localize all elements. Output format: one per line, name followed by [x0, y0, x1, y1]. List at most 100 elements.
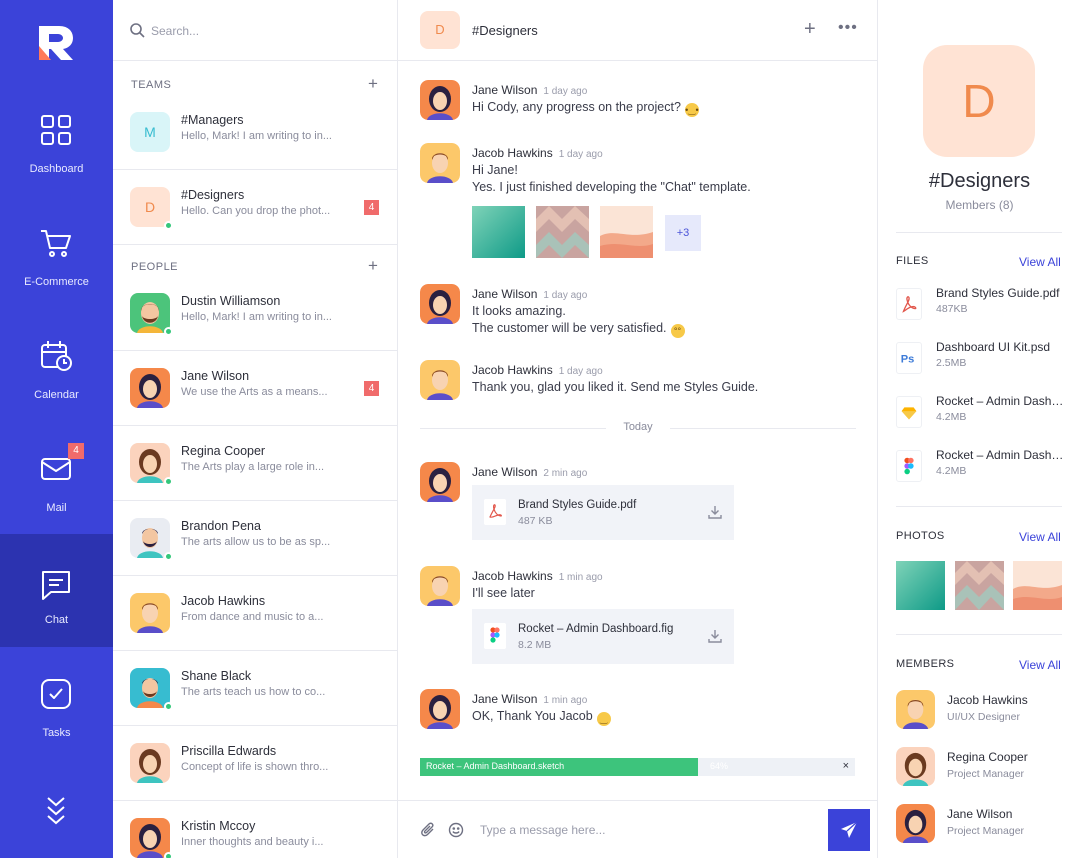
- chat-icon: [42, 571, 70, 600]
- add-team-button[interactable]: +: [368, 75, 378, 92]
- search-icon: [130, 23, 145, 38]
- avatar: [420, 689, 460, 729]
- avatar-image: [130, 743, 170, 783]
- file-item[interactable]: Brand Styles Guide.pdf 487KB: [896, 286, 1066, 326]
- attachment-icon[interactable]: [420, 822, 436, 838]
- person-name: Jacob Hawkins: [181, 594, 266, 608]
- photos-view-all-link[interactable]: View All: [1019, 530, 1061, 544]
- upload-percent: 64%: [710, 761, 729, 771]
- group-avatar: D: [923, 45, 1035, 157]
- chevrons-down-icon[interactable]: [46, 795, 66, 827]
- message-line: Yes. I just finished developing the "Cha…: [472, 180, 751, 194]
- person-row[interactable]: Regina Cooper The Arts play a large role…: [113, 426, 397, 501]
- file-size: 2.5MB: [936, 357, 967, 369]
- author-name: Jane Wilson: [472, 692, 538, 706]
- person-row[interactable]: Jacob Hawkins From dance and music to a.…: [113, 576, 397, 651]
- divider: [896, 232, 1062, 233]
- photo-thumbnail[interactable]: [896, 561, 945, 610]
- member-item[interactable]: Jacob Hawkins UI/UX Designer: [896, 690, 1066, 730]
- avatar: [130, 818, 173, 858]
- member-name: Jane Wilson: [947, 807, 1013, 821]
- nav-item-calendar[interactable]: Calendar: [0, 339, 113, 452]
- photo-thumbnail[interactable]: [600, 206, 653, 258]
- photo-thumbnail[interactable]: [1013, 561, 1062, 610]
- message-input[interactable]: [480, 819, 810, 841]
- section-title: TEAMS: [131, 79, 172, 91]
- group-members-count: Members (8): [945, 198, 1014, 212]
- file-attachment[interactable]: Rocket – Admin Dashboard.fig 8.2 MB: [472, 609, 734, 664]
- nav-label: Tasks: [42, 727, 71, 739]
- nav-label: Chat: [44, 614, 69, 626]
- dashboard-icon: [41, 115, 71, 145]
- group-name: #Designers: [928, 170, 1031, 192]
- search-input[interactable]: [151, 20, 371, 42]
- team-row-managers[interactable]: M #Managers Hello, Mark! I am writing to…: [113, 95, 397, 170]
- emoji-icon: °°: [670, 324, 685, 338]
- member-role: Project Manager: [947, 825, 1025, 837]
- nav-item-chat[interactable]: Chat: [0, 534, 113, 647]
- svg-text:Ps: Ps: [901, 354, 915, 366]
- message-time: 1 day ago: [543, 86, 588, 97]
- message-preview: The Arts play a large role in...: [181, 461, 325, 473]
- add-person-button[interactable]: +: [368, 257, 378, 274]
- logo-icon[interactable]: [37, 24, 75, 62]
- file-name: Rocket – Admin Dashboard.sketch: [936, 394, 1066, 408]
- upload-file-name: Rocket – Admin Dashboard.sketch: [426, 761, 565, 771]
- message-preview: Hello, Mark! I am writing to in...: [181, 130, 332, 142]
- avatar: [130, 668, 173, 711]
- message-text: OK, Thank You Jacob ‿: [472, 709, 611, 726]
- send-icon: [841, 821, 858, 838]
- avatar: [130, 293, 173, 336]
- download-icon[interactable]: [708, 505, 722, 519]
- message-time: 1 min ago: [543, 695, 588, 706]
- files-view-all-link[interactable]: View All: [1019, 255, 1061, 269]
- person-row[interactable]: Brandon Pena The arts allow us to be as …: [113, 501, 397, 576]
- message-line: The customer will be very satisfied.: [472, 321, 667, 335]
- nav-item-dashboard[interactable]: Dashboard: [0, 113, 113, 226]
- cancel-upload-button[interactable]: ×: [843, 760, 849, 772]
- file-item[interactable]: Ps Dashboard UI Kit.psd 2.5MB: [896, 340, 1066, 380]
- person-row[interactable]: Dustin Williamson Hello, Mark! I am writ…: [113, 276, 397, 351]
- message-preview: Inner thoughts and beauty i...: [181, 836, 324, 848]
- message-time: 1 day ago: [558, 366, 603, 377]
- avatar: [130, 743, 170, 783]
- photo-thumbnail[interactable]: [472, 206, 525, 258]
- file-name: Brand Styles Guide.pdf: [518, 499, 637, 511]
- file-item[interactable]: Rocket – Admin Dashboard.sketch 4.2MB: [896, 394, 1066, 434]
- file-attachment[interactable]: Brand Styles Guide.pdf 487 KB: [472, 485, 734, 540]
- more-options-button[interactable]: •••: [838, 19, 858, 37]
- add-member-button[interactable]: +: [804, 18, 816, 41]
- message-preview: We use the Arts as a means...: [181, 386, 328, 398]
- person-row[interactable]: Kristin Mccoy Inner thoughts and beauty …: [113, 801, 397, 858]
- message-text: The customer will be very satisfied. °°: [472, 321, 685, 338]
- more-photos-button[interactable]: +3: [665, 215, 701, 251]
- avatar-image: [130, 818, 170, 858]
- message-time: 1 day ago: [558, 149, 603, 160]
- download-icon[interactable]: [708, 629, 722, 643]
- avatar-image: [130, 518, 170, 558]
- members-view-all-link[interactable]: View All: [1019, 658, 1061, 672]
- file-item[interactable]: Rocket – Admin Dashboard.fig 4.2MB: [896, 448, 1066, 488]
- photo-thumbnail[interactable]: [955, 561, 1004, 610]
- member-item[interactable]: Regina Cooper Project Manager: [896, 747, 1066, 787]
- avatar-image: [420, 143, 460, 183]
- member-item[interactable]: Jane Wilson Project Manager: [896, 804, 1066, 844]
- message-author: Jane Wilson 2 min ago: [472, 465, 587, 479]
- chat-header: D #Designers + •••: [398, 0, 878, 61]
- file-size: 8.2 MB: [518, 639, 552, 651]
- person-row[interactable]: Shane Black The arts teach us how to co.…: [113, 651, 397, 726]
- divider-label: Today: [623, 421, 653, 433]
- person-row[interactable]: Priscilla Edwards Concept of life is sho…: [113, 726, 397, 801]
- person-row[interactable]: Jane Wilson We use the Arts as a means..…: [113, 351, 397, 426]
- send-button[interactable]: [828, 809, 870, 851]
- avatar-image: [130, 443, 170, 483]
- avatar: [420, 143, 460, 183]
- photo-thumbnail[interactable]: [536, 206, 589, 258]
- date-divider: Today: [420, 421, 856, 433]
- emoji-picker-icon[interactable]: [448, 822, 464, 838]
- nav-item-tasks[interactable]: Tasks: [0, 677, 113, 790]
- avatar-image: [896, 804, 935, 843]
- nav-item-ecommerce[interactable]: E-Commerce: [0, 226, 113, 339]
- avatar-image: [420, 689, 460, 729]
- team-row-designers[interactable]: D #Designers Hello. Can you drop the pho…: [113, 170, 397, 245]
